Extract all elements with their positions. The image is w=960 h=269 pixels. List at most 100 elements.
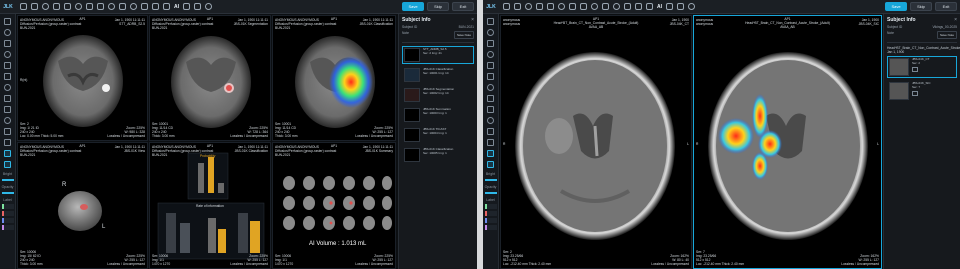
series-item[interactable]: JBS-04K_SIC Ser: 7 xyxy=(887,80,957,102)
viewport-ct-heatmap[interactable]: anonymous anonymous AP1 Head^BT_Brain_CT_N… xyxy=(693,15,882,269)
label-swatch[interactable] xyxy=(484,225,497,230)
bright-slider[interactable] xyxy=(484,179,497,181)
download-icon[interactable] xyxy=(912,67,918,73)
grid-icon[interactable] xyxy=(141,3,148,10)
crosshair-icon[interactable] xyxy=(514,3,521,10)
save-note-button[interactable]: Save Note xyxy=(453,31,474,39)
undo-icon[interactable] xyxy=(487,139,494,146)
reset-icon[interactable] xyxy=(602,3,609,10)
pan-icon[interactable] xyxy=(64,3,71,10)
erase-tool-icon[interactable] xyxy=(487,161,494,168)
flip-icon[interactable] xyxy=(86,3,93,10)
label-swatch[interactable] xyxy=(484,218,497,223)
measure-icon[interactable] xyxy=(97,3,104,10)
erase-tool-icon[interactable] xyxy=(4,161,11,168)
close-icon[interactable]: × xyxy=(471,17,474,23)
polygon-tool-icon[interactable] xyxy=(487,62,494,69)
save-button[interactable]: Save xyxy=(402,2,424,11)
rotate-icon[interactable] xyxy=(558,3,565,10)
angle-icon[interactable] xyxy=(591,3,598,10)
series-item[interactable]: JBS-04K_CT Ser: 2 xyxy=(887,56,957,78)
settings-icon[interactable] xyxy=(205,3,212,10)
ai-button[interactable]: AI xyxy=(657,4,662,10)
series-item[interactable]: JBS-01K Classification Ser: 10005 Img: 1 xyxy=(402,146,474,164)
brush-tool-icon[interactable] xyxy=(4,150,11,157)
pointer-tool-icon[interactable] xyxy=(487,18,494,25)
export-icon[interactable] xyxy=(194,3,201,10)
crosshair-icon[interactable] xyxy=(31,3,38,10)
undo-icon[interactable] xyxy=(4,139,11,146)
pointer-tool-icon[interactable] xyxy=(4,18,11,25)
angle-icon[interactable] xyxy=(108,3,115,10)
text-tool-icon[interactable] xyxy=(487,128,494,135)
series-item[interactable]: STT_ADRB_S2.5 Ser: 2 Img: 21 xyxy=(402,46,474,64)
label-swatch[interactable] xyxy=(1,225,14,230)
study-item[interactable]: Head^BT_Brain_CT_Non_Contrast_Acute_Stro… xyxy=(887,46,960,54)
viewport-probability[interactable]: AP1 ANONYMOUS ANONYMOUS Diffusion/Perfusi… xyxy=(149,142,271,269)
ellipse-tool-icon[interactable] xyxy=(4,51,11,58)
viewport-summary[interactable]: AP1 ANONYMOUS ANONYMOUS Diffusion/Perfusi… xyxy=(272,142,396,269)
fill-tool-icon[interactable] xyxy=(4,84,11,91)
label-swatch[interactable] xyxy=(484,211,497,216)
polygon-tool-icon[interactable] xyxy=(4,62,11,69)
series-item[interactable]: JBS-01K TICAST Ser: 10004 Img: 1 xyxy=(402,126,474,144)
settings-icon[interactable] xyxy=(688,3,695,10)
compare-icon[interactable] xyxy=(666,3,673,10)
cine-icon[interactable] xyxy=(130,3,137,10)
circle-tool-icon[interactable] xyxy=(487,29,494,36)
save-button[interactable]: Save xyxy=(885,2,907,11)
series-item[interactable]: JBS-01K Summation Ser: 10003 Img: 1 xyxy=(402,106,474,124)
viewport-ct[interactable]: anonymous anonymous AP1 Head^BT_Brain_CT_N… xyxy=(500,15,692,269)
point-tool-icon[interactable] xyxy=(487,117,494,124)
series-item[interactable]: JBS-01K Classification Ser: 10001 Img: 14 xyxy=(402,66,474,84)
arrow-tool-icon[interactable] xyxy=(4,106,11,113)
arrow-tool-icon[interactable] xyxy=(487,106,494,113)
window-level-icon[interactable] xyxy=(536,3,543,10)
line-tool-icon[interactable] xyxy=(487,95,494,102)
brush-tool-icon[interactable] xyxy=(487,150,494,157)
download-icon[interactable] xyxy=(912,91,918,97)
viewport-classification[interactable]: AP1 ANONYMOUS ANONYMOUS Diffusion/Perfusi… xyxy=(272,15,396,141)
layout-icon[interactable] xyxy=(503,3,510,10)
save-note-button[interactable]: Save Note xyxy=(936,31,957,39)
brush-icon[interactable] xyxy=(635,3,642,10)
fill-tool-icon[interactable] xyxy=(487,84,494,91)
zoom-icon[interactable] xyxy=(525,3,532,10)
viewport-dwi[interactable]: AP1 ANONYMOUS ANONYMOUS Diffusion/Perfusi… xyxy=(17,15,148,141)
text-tool-icon[interactable] xyxy=(4,128,11,135)
label-swatch[interactable] xyxy=(484,204,497,209)
exit-button[interactable]: Exit xyxy=(935,2,957,11)
freehand-tool-icon[interactable] xyxy=(4,73,11,80)
label-swatch[interactable] xyxy=(1,218,14,223)
opacity-slider[interactable] xyxy=(484,192,497,194)
eraser-icon[interactable] xyxy=(646,3,653,10)
cine-icon[interactable] xyxy=(613,3,620,10)
freehand-tool-icon[interactable] xyxy=(487,73,494,80)
close-icon[interactable]: × xyxy=(954,17,957,23)
grid-icon[interactable] xyxy=(624,3,631,10)
bright-slider[interactable] xyxy=(1,179,14,181)
ai-button[interactable]: AI xyxy=(174,4,179,10)
rotate-icon[interactable] xyxy=(75,3,82,10)
label-swatch[interactable] xyxy=(1,211,14,216)
zoom-icon[interactable] xyxy=(42,3,49,10)
brush-icon[interactable] xyxy=(152,3,159,10)
point-tool-icon[interactable] xyxy=(4,117,11,124)
skip-button[interactable]: Skip xyxy=(427,2,449,11)
circle-tool-icon[interactable] xyxy=(4,29,11,36)
compare-icon[interactable] xyxy=(183,3,190,10)
viewport-segmentation[interactable]: AP1 ANONYMOUS ANONYMOUS Diffusion/Perfusi… xyxy=(149,15,271,141)
exit-button[interactable]: Exit xyxy=(452,2,474,11)
skip-button[interactable]: Skip xyxy=(910,2,932,11)
label-swatch[interactable] xyxy=(1,204,14,209)
rect-tool-icon[interactable] xyxy=(487,40,494,47)
viewport-3d[interactable]: AP1 ANONYMOUS ANONYMOUS Diffusion/Perfusi… xyxy=(17,142,148,269)
layout-icon[interactable] xyxy=(20,3,27,10)
ellipse-tool-icon[interactable] xyxy=(487,51,494,58)
rect-tool-icon[interactable] xyxy=(4,40,11,47)
eraser-icon[interactable] xyxy=(163,3,170,10)
measure-icon[interactable] xyxy=(580,3,587,10)
pan-icon[interactable] xyxy=(547,3,554,10)
series-item[interactable]: JBS-01K Segmentation Ser: 10002 Img: 14 xyxy=(402,86,474,104)
opacity-slider[interactable] xyxy=(1,192,14,194)
